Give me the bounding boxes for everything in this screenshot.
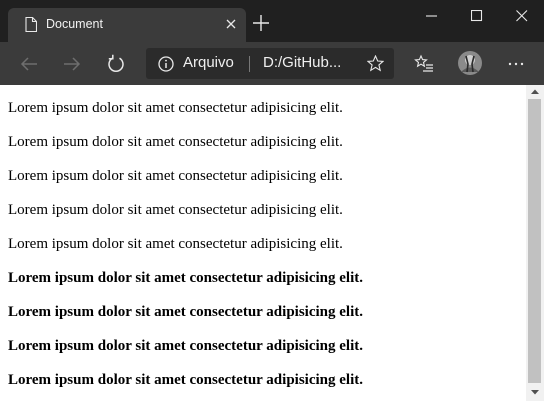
avatar[interactable] (457, 50, 483, 76)
plus-icon[interactable] (252, 14, 270, 32)
more-icon[interactable] (506, 54, 526, 74)
site-info-label[interactable]: Arquivo (183, 54, 234, 71)
scroll-down-icon[interactable] (530, 389, 540, 396)
address-separator (249, 56, 250, 72)
tab-title: Document (46, 17, 103, 31)
vertical-scrollbar[interactable] (526, 85, 544, 401)
bold-paragraph: Lorem ipsum dolor sit amet consectetur a… (8, 372, 363, 388)
close-icon[interactable] (224, 17, 238, 31)
scroll-up-icon[interactable] (530, 88, 540, 95)
document-icon (25, 17, 37, 32)
title-bar: Document (0, 0, 544, 42)
paragraph: Lorem ipsum dolor sit amet consectetur a… (8, 202, 343, 218)
minimize-button[interactable] (409, 0, 454, 32)
refresh-icon[interactable] (106, 54, 126, 74)
info-icon[interactable] (158, 56, 174, 72)
navigation-bar: Arquivo D:/GitHub... (0, 42, 544, 85)
arrow-left-icon[interactable] (19, 54, 39, 74)
close-icon (516, 10, 528, 22)
window-close-button[interactable] (499, 0, 544, 32)
favorites-icon[interactable] (414, 54, 434, 74)
address-bar[interactable]: Arquivo D:/GitHub... (146, 48, 394, 79)
maximize-button[interactable] (454, 0, 499, 32)
bold-paragraph: Lorem ipsum dolor sit amet consectetur a… (8, 338, 363, 354)
scroll-thumb[interactable] (528, 99, 541, 383)
paragraph: Lorem ipsum dolor sit amet consectetur a… (8, 168, 343, 184)
star-icon[interactable] (367, 55, 384, 72)
url-text[interactable]: D:/GitHub... (263, 54, 341, 71)
paragraph: Lorem ipsum dolor sit amet consectetur a… (8, 134, 343, 150)
page-content: Lorem ipsum dolor sit amet consectetur a… (0, 85, 526, 401)
paragraph: Lorem ipsum dolor sit amet consectetur a… (8, 100, 343, 116)
minimize-icon (426, 15, 437, 17)
bold-paragraph: Lorem ipsum dolor sit amet consectetur a… (8, 304, 363, 320)
tab-document[interactable]: Document (8, 8, 246, 42)
paragraph: Lorem ipsum dolor sit amet consectetur a… (8, 236, 343, 252)
maximize-icon (471, 10, 483, 22)
bold-paragraph: Lorem ipsum dolor sit amet consectetur a… (8, 270, 363, 286)
arrow-right-icon[interactable] (62, 54, 82, 74)
